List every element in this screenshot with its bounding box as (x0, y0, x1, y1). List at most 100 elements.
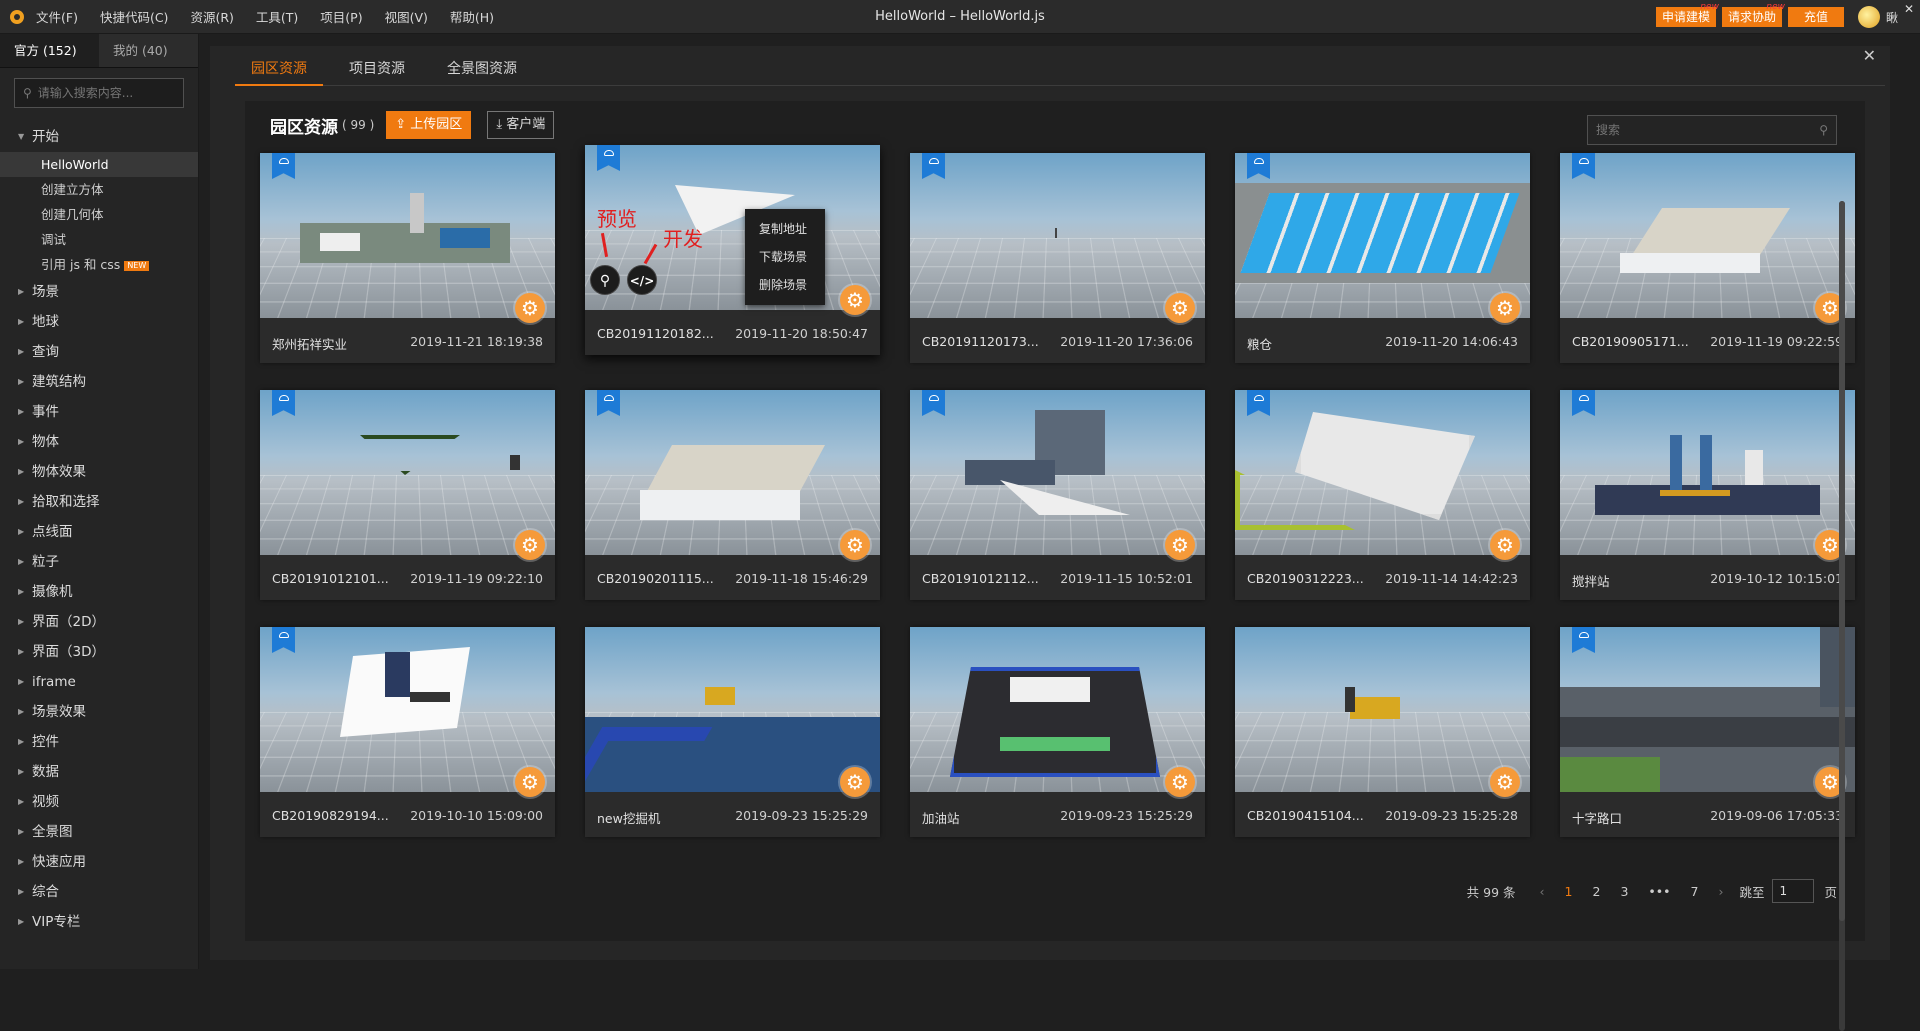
tree-item-debug[interactable]: 调试 (0, 227, 198, 252)
prev-page-icon[interactable]: ‹ (1540, 884, 1545, 899)
resource-card[interactable]: ⚙ CB20191120182... 2019-11-20 18:50:47 ⚲ </>… (585, 145, 880, 355)
tree-group[interactable]: ▶ 建筑结构 (0, 367, 198, 397)
avatar[interactable] (1857, 6, 1880, 28)
resource-card[interactable]: ⚙ CB20191012112... 2019-11-15 10:52:01 (910, 390, 1205, 600)
tree-group[interactable]: ▶ 事件 (0, 397, 198, 427)
menu-project[interactable]: 项目(P) (320, 7, 362, 26)
menu-snippets[interactable]: 快捷代码(C) (100, 7, 168, 26)
resource-card[interactable]: ⚙ CB20191120173... 2019-11-20 17:36:06 (910, 153, 1205, 363)
resource-card[interactable]: ⚙ 加油站 2019-09-23 15:25:29 (910, 627, 1205, 837)
scene-thumbnail[interactable] (1235, 390, 1530, 555)
resource-card[interactable]: ⚙ CB20190415104... 2019-09-23 15:25:28 (1235, 627, 1530, 837)
page-3[interactable]: 3 (1620, 884, 1628, 899)
request-assist-button[interactable]: 请求协助 new (1721, 2, 1785, 27)
tree-group[interactable]: ▶ 数据 (0, 757, 198, 787)
scene-thumbnail[interactable] (910, 627, 1205, 792)
gear-icon[interactable]: ⚙ (515, 530, 545, 560)
tree-group[interactable]: ▶ 控件 (0, 727, 198, 757)
gear-icon[interactable]: ⚙ (515, 767, 545, 797)
scrollbar[interactable] (1839, 201, 1845, 1031)
tree-item-create-cube[interactable]: 创建立方体 (0, 177, 198, 202)
gear-icon[interactable]: ⚙ (1490, 293, 1520, 323)
tree-group[interactable]: ▶ iframe (0, 667, 198, 697)
page-7[interactable]: 7 (1691, 884, 1699, 899)
user-name[interactable]: 瞅 (1886, 9, 1898, 26)
scene-thumbnail[interactable] (910, 390, 1205, 555)
tab-panorama-resources[interactable]: 全景图资源 (431, 46, 533, 86)
resource-card[interactable]: ⚙ new挖掘机 2019-09-23 15:25:29 (585, 627, 880, 837)
request-modeling-button[interactable]: 申请建模 new (1655, 2, 1719, 27)
tree-group[interactable]: ▶ 场景效果 (0, 697, 198, 727)
tree-group[interactable]: ▶ 摄像机 (0, 577, 198, 607)
menu-tools[interactable]: 工具(T) (256, 7, 298, 26)
resource-search-input[interactable] (1596, 123, 1820, 137)
tree-item-include-js-css[interactable]: 引用 js 和 css NEW (0, 252, 198, 277)
resource-card[interactable]: ⚙ 粮仓 2019-11-20 14:06:43 (1235, 153, 1530, 363)
menu-file[interactable]: 文件(F) (36, 7, 78, 26)
recharge-button[interactable]: 充值 (1787, 7, 1844, 27)
scene-thumbnail[interactable] (585, 627, 880, 792)
gear-icon[interactable]: ⚙ (1165, 767, 1195, 797)
tree-group[interactable]: ▶ 物体 (0, 427, 198, 457)
context-menu-item[interactable]: 删除场景 (745, 271, 825, 299)
goto-page-input[interactable] (1772, 879, 1815, 903)
upload-park-button[interactable]: ⇪ 上传园区 (386, 111, 472, 139)
client-download-button[interactable]: ⤓ 客户端 (487, 111, 555, 139)
menu-help[interactable]: 帮助(H) (450, 7, 494, 26)
menu-view[interactable]: 视图(V) (385, 7, 428, 26)
scene-thumbnail[interactable] (260, 627, 555, 792)
gear-icon[interactable]: ⚙ (515, 293, 545, 323)
scene-thumbnail[interactable] (1560, 390, 1855, 555)
code-icon[interactable]: </> (627, 265, 657, 295)
resource-card[interactable]: ⚙ CB20191012101... 2019-11-19 09:22:10 (260, 390, 555, 600)
tree-group[interactable]: ▶ 粒子 (0, 547, 198, 577)
resource-card[interactable]: ⚙ CB20190312223... 2019-11-14 14:42:23 (1235, 390, 1530, 600)
gear-icon[interactable]: ⚙ (1490, 767, 1520, 797)
scene-thumbnail[interactable] (1560, 153, 1855, 318)
resource-card[interactable]: ⚙ CB20190829194... 2019-10-10 15:09:00 (260, 627, 555, 837)
context-menu-item[interactable]: 下载场景 (745, 243, 825, 271)
resource-card[interactable]: ⚙ 搅拌站 2019-10-12 10:15:01 (1560, 390, 1855, 600)
scene-thumbnail[interactable] (910, 153, 1205, 318)
scrollbar-thumb[interactable] (1839, 201, 1845, 921)
tree-group[interactable]: ▶ 综合 (0, 877, 198, 907)
gear-icon[interactable]: ⚙ (840, 530, 870, 560)
scene-thumbnail[interactable] (1235, 153, 1530, 318)
tab-official[interactable]: 官方 (152) (0, 34, 99, 67)
tree-group-start[interactable]: ▼ 开始 (0, 122, 198, 152)
scene-thumbnail[interactable] (260, 390, 555, 555)
resource-card[interactable]: ⚙ CB20190905171... 2019-11-19 09:22:59 (1560, 153, 1855, 363)
tab-park-resources[interactable]: 园区资源 (235, 46, 323, 86)
resource-card[interactable]: ⚙ CB20190201115... 2019-11-18 15:46:29 (585, 390, 880, 600)
scene-thumbnail[interactable] (260, 153, 555, 318)
tree-group[interactable]: ▶ VIP专栏 (0, 907, 198, 937)
tab-mine[interactable]: 我的 (40) (99, 34, 198, 67)
scene-thumbnail[interactable] (1560, 627, 1855, 792)
tree-item-helloworld[interactable]: HelloWorld (0, 152, 198, 177)
page-ellipsis[interactable]: ••• (1648, 884, 1670, 899)
tree-group[interactable]: ▶ 点线面 (0, 517, 198, 547)
sidebar-search-input[interactable] (37, 86, 168, 100)
tree-group[interactable]: ▶ 物体效果 (0, 457, 198, 487)
scene-thumbnail[interactable] (1235, 627, 1530, 792)
tree-group[interactable]: ▶ 拾取和选择 (0, 487, 198, 517)
tab-project-resources[interactable]: 项目资源 (333, 46, 421, 86)
tree-group[interactable]: ▶ 地球 (0, 307, 198, 337)
tree-group[interactable]: ▶ 全景图 (0, 817, 198, 847)
search-icon[interactable]: ⚲ (1819, 123, 1828, 137)
tree-item-create-geometry[interactable]: 创建几何体 (0, 202, 198, 227)
page-2[interactable]: 2 (1592, 884, 1600, 899)
preview-search-icon[interactable]: ⚲ (590, 265, 620, 295)
context-menu-item[interactable]: 复制地址 (745, 215, 825, 243)
tree-group[interactable]: ▶ 快速应用 (0, 847, 198, 877)
tree-group[interactable]: ▶ 界面（2D） (0, 607, 198, 637)
gear-icon[interactable]: ⚙ (840, 285, 870, 315)
page-1[interactable]: 1 (1565, 884, 1573, 899)
tree-group[interactable]: ▶ 视频 (0, 787, 198, 817)
menu-resources[interactable]: 资源(R) (190, 7, 233, 26)
tree-group[interactable]: ▶ 查询 (0, 337, 198, 367)
resource-card[interactable]: ⚙ 郑州拓祥实业 2019-11-21 18:19:38 (260, 153, 555, 363)
tree-group[interactable]: ▶ 界面（3D） (0, 637, 198, 667)
gear-icon[interactable]: ⚙ (1165, 293, 1195, 323)
gear-icon[interactable]: ⚙ (1490, 530, 1520, 560)
